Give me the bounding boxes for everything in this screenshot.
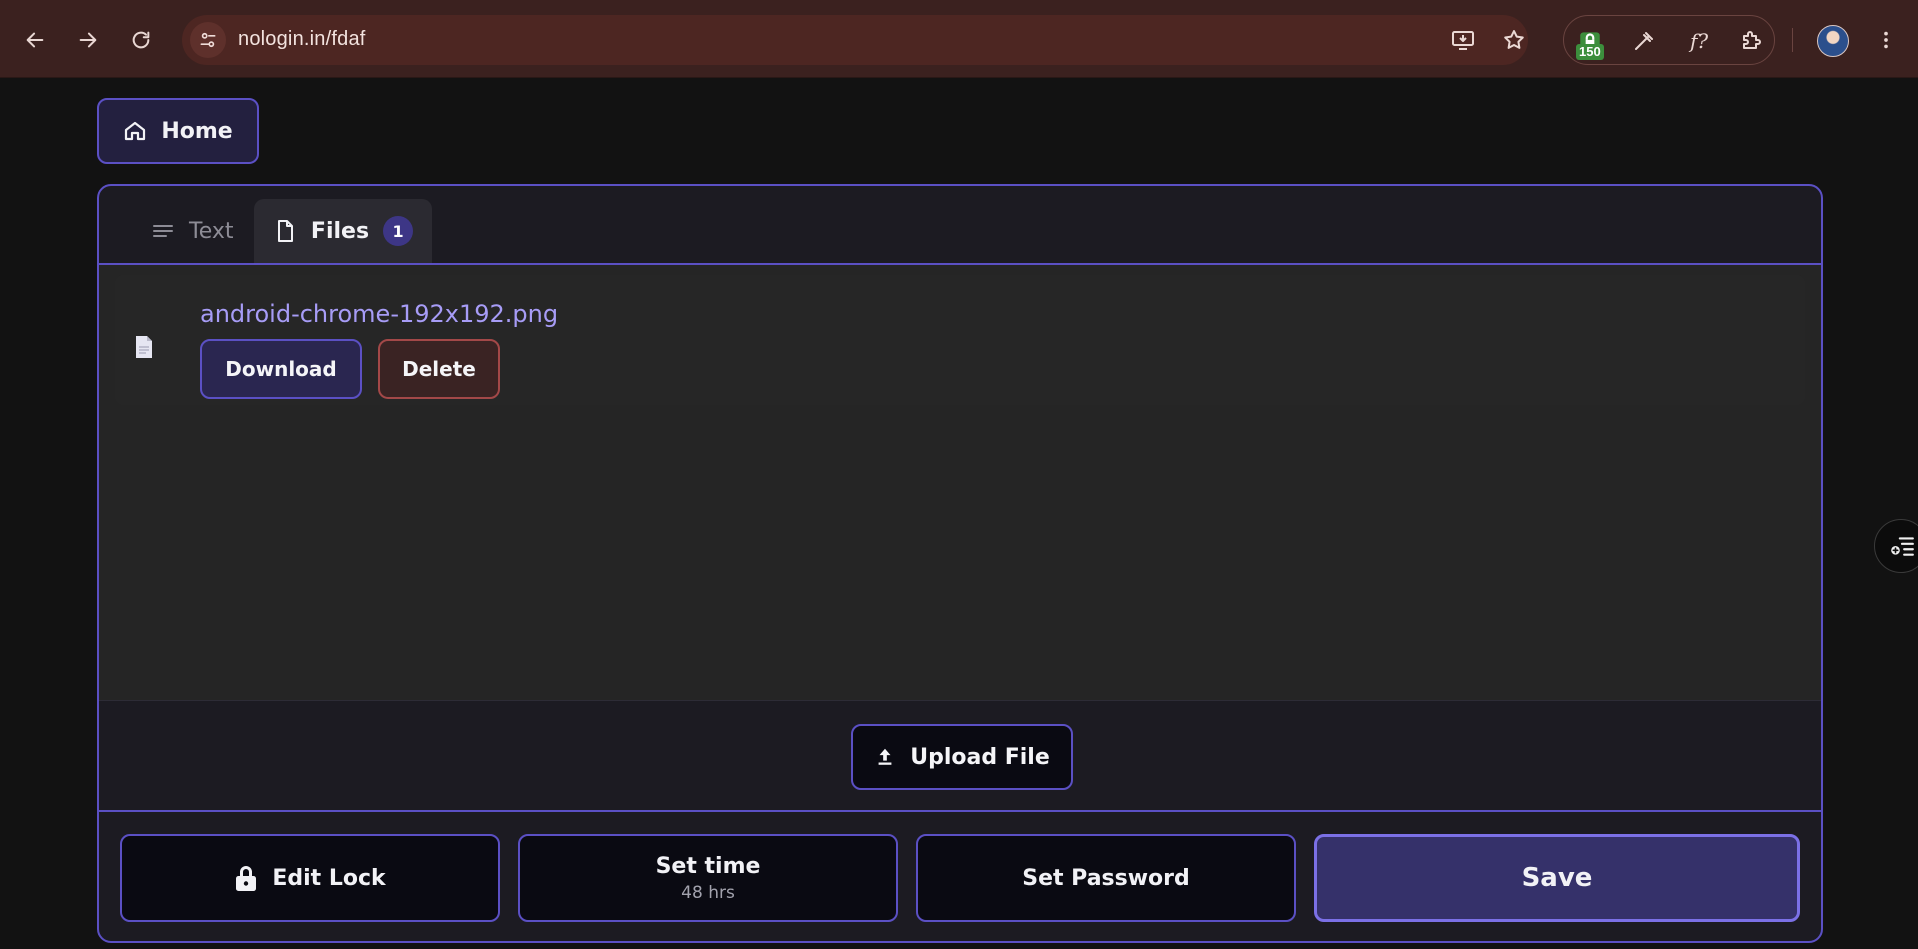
home-icon <box>125 121 146 141</box>
set-password-label: Set Password <box>1022 865 1190 891</box>
download-button[interactable]: Download <box>200 339 362 399</box>
file-icon <box>277 220 293 242</box>
editor-card: Text Files 1 android-chrome-192x192.png … <box>97 184 1823 943</box>
tab-text[interactable]: Text <box>139 199 246 263</box>
save-button[interactable]: Save <box>1314 834 1800 922</box>
side-panel-toggle[interactable] <box>1874 519 1918 573</box>
tune-icon <box>200 32 216 48</box>
forward-button[interactable] <box>69 21 107 59</box>
save-label: Save <box>1521 863 1593 893</box>
action-bar: Edit Lock Set time 48 hrs Set Password S… <box>99 810 1821 941</box>
list-add-icon <box>1891 537 1914 556</box>
text-lines-icon <box>153 225 173 237</box>
delete-button[interactable]: Delete <box>378 339 500 399</box>
site-info-button[interactable] <box>190 22 226 58</box>
arrow-left-icon <box>26 32 44 48</box>
arrow-right-icon <box>79 32 97 48</box>
set-password-button[interactable]: Set Password <box>916 834 1296 922</box>
font-detector-icon[interactable]: f? <box>1685 27 1713 55</box>
eyedropper-icon[interactable] <box>1630 27 1658 55</box>
install-app-icon[interactable] <box>1450 27 1476 53</box>
upload-file-label: Upload File <box>910 744 1050 770</box>
home-label: Home <box>161 118 233 144</box>
set-time-value: 48 hrs <box>681 882 735 903</box>
set-time-label: Set time <box>655 853 761 879</box>
url-text[interactable]: nologin.in/fdaf <box>238 28 366 51</box>
tab-bar: Text Files 1 <box>99 186 1821 265</box>
home-button[interactable]: Home <box>97 98 259 164</box>
more-menu-icon[interactable] <box>1876 26 1896 54</box>
files-list: android-chrome-192x192.png Download Dele… <box>99 265 1821 700</box>
file-item: android-chrome-192x192.png Download Dele… <box>115 275 1805 405</box>
upload-section: Upload File <box>99 700 1821 810</box>
lock-icon <box>236 866 257 891</box>
files-count-badge: 1 <box>383 216 414 246</box>
extension-badge: 150 <box>1576 44 1604 60</box>
document-icon <box>136 336 152 358</box>
profile-avatar[interactable] <box>1817 25 1849 57</box>
edit-lock-label: Edit Lock <box>272 865 386 891</box>
upload-icon <box>878 748 892 765</box>
bookmark-star-icon[interactable] <box>1501 27 1527 53</box>
edit-lock-button[interactable]: Edit Lock <box>120 834 500 922</box>
puzzle-extensions-icon[interactable] <box>1737 27 1765 55</box>
reload-button[interactable] <box>122 21 160 59</box>
upload-file-button[interactable]: Upload File <box>851 724 1073 790</box>
back-button[interactable] <box>16 21 54 59</box>
address-bar[interactable]: nologin.in/fdaf <box>182 15 1528 65</box>
tab-files-label: Files <box>310 218 370 244</box>
tab-text-label: Text <box>189 218 234 244</box>
reload-icon <box>132 31 150 49</box>
toolbar-divider <box>1792 28 1793 52</box>
tab-files[interactable]: Files 1 <box>254 199 432 263</box>
set-time-button[interactable]: Set time 48 hrs <box>518 834 898 922</box>
browser-toolbar: nologin.in/fdaf f? 150 <box>0 0 1918 78</box>
file-name-link[interactable]: android-chrome-192x192.png <box>200 300 558 328</box>
